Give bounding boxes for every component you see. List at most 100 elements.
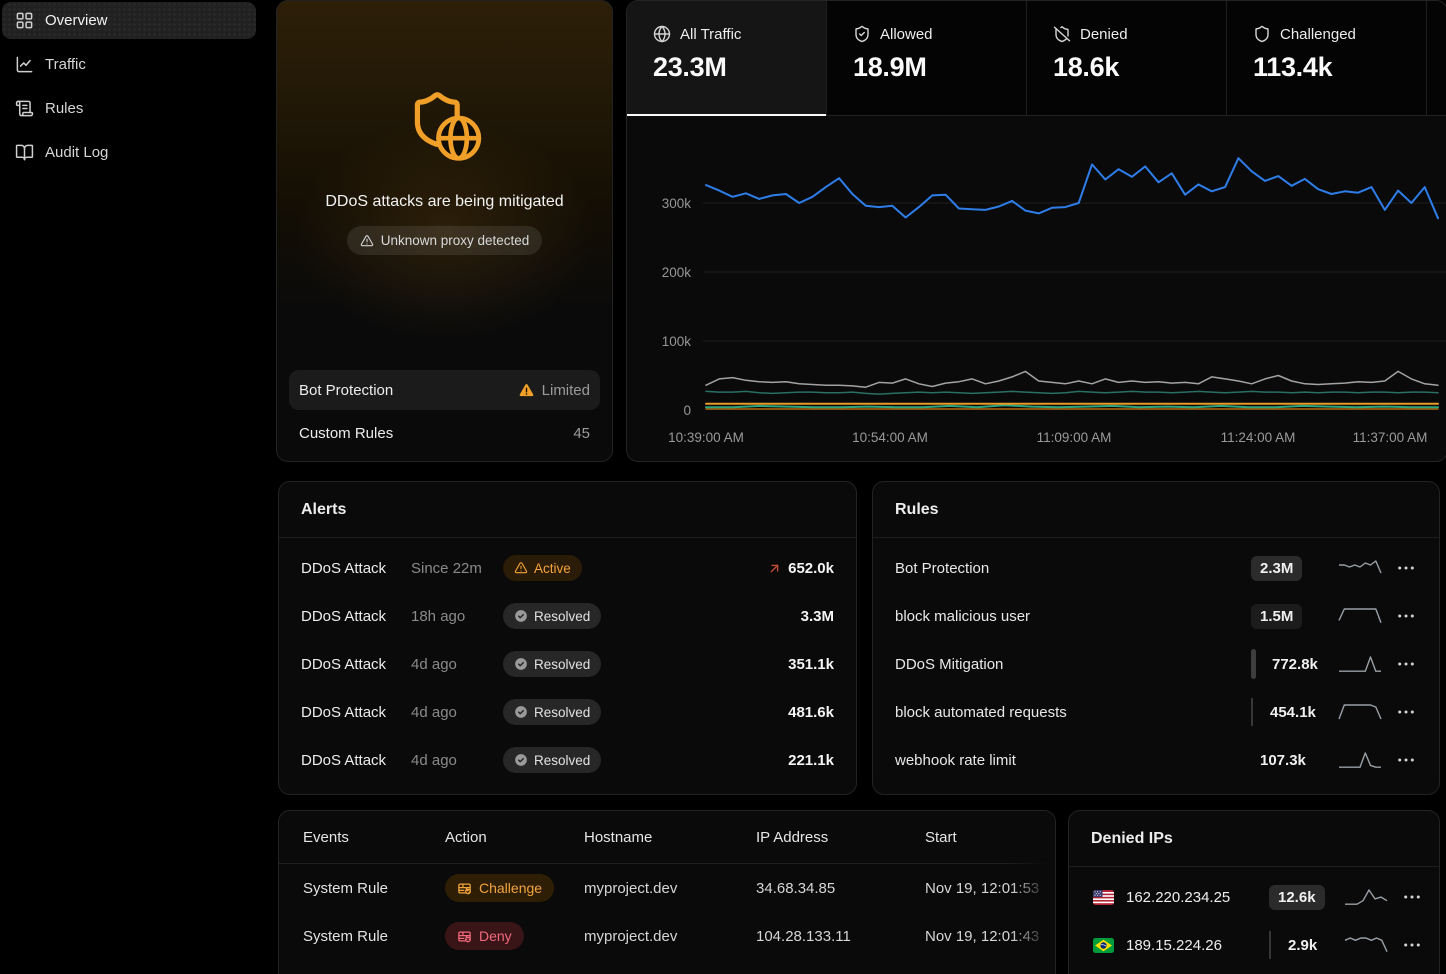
alerts-panel: Alerts DDoS Attack Since 22mActive 652.0… [278, 481, 857, 795]
rule-name: DDoS Mitigation [895, 656, 1251, 673]
rule-row[interactable]: block malicious user 1.5M [873, 592, 1439, 640]
rule-name: webhook rate limit [895, 752, 1251, 769]
alert-time: 4d ago [411, 752, 503, 769]
tab-label: Denied [1080, 26, 1128, 43]
sparkline [1337, 700, 1383, 724]
alert-time: Since 22m [411, 560, 503, 577]
tab-all-traffic[interactable]: All Traffic 23.3M [627, 1, 827, 115]
alert-row[interactable]: DDoS Attack 4d agoResolved 351.1k [279, 640, 856, 688]
firewall-x-icon [457, 929, 472, 944]
sidebar-item-label: Traffic [45, 56, 86, 73]
events-column-header: Start [901, 829, 1055, 846]
svg-text:200k: 200k [662, 265, 692, 280]
denied-ip-row[interactable]: 189.15.224.26 2.9k [1069, 921, 1439, 969]
event-ip: 104.28.133.11 [732, 928, 901, 945]
alert-row[interactable]: DDoS Attack 18h agoResolved 3.3M [279, 592, 856, 640]
tab-label: All Traffic [680, 26, 741, 43]
row-menu-button[interactable] [1395, 661, 1417, 667]
globe-icon [653, 25, 671, 43]
rule-row[interactable]: Bot Protection 2.3M [873, 544, 1439, 592]
sparkline [1337, 748, 1383, 772]
tab-allowed[interactable]: Allowed 18.9M [827, 1, 1027, 115]
row-menu-button[interactable] [1395, 565, 1417, 571]
rules-panel: Rules Bot Protection 2.3M block maliciou… [872, 481, 1440, 795]
alert-request-count: 351.1k [788, 656, 834, 673]
events-panel: EventsActionHostnameIP AddressStart Syst… [278, 810, 1056, 974]
row-menu-button[interactable] [1401, 942, 1423, 948]
tab-value: 18.6k [1053, 52, 1226, 83]
tab-label: Challenged [1280, 26, 1356, 43]
svg-text:11:24:00 AM: 11:24:00 AM [1221, 430, 1296, 445]
rule-name: block automated requests [895, 704, 1251, 721]
shield-off-icon [1053, 25, 1071, 43]
traffic-stat-tabs: All Traffic 23.3MAllowed 18.9MDenied 18.… [627, 1, 1446, 116]
rule-row[interactable]: block automated requests 454.1k [873, 688, 1439, 736]
status-badge-resolved: Resolved [503, 699, 601, 725]
bot-protection-label: Bot Protection [299, 382, 393, 399]
alert-time: 4d ago [411, 656, 503, 673]
proxy-warning-badge: Unknown proxy detected [347, 226, 543, 255]
tab-challenged[interactable]: Challenged 113.4k [1227, 1, 1427, 115]
tabs-overflow-area [1427, 1, 1446, 115]
row-menu-button[interactable] [1395, 709, 1417, 715]
dots-icon [1397, 565, 1415, 571]
event-hostname: myproject.dev [560, 880, 732, 897]
dots-icon [1403, 894, 1421, 900]
svg-text:100k: 100k [662, 334, 692, 349]
custom-rules-row[interactable]: Custom Rules 45 [289, 413, 600, 453]
sidebar-item-label: Audit Log [45, 144, 108, 161]
rule-row[interactable]: DDoS Mitigation 772.8k [873, 640, 1439, 688]
mitigation-title: DDoS attacks are being mitigated [277, 193, 612, 211]
book-icon [15, 143, 34, 162]
dots-icon [1397, 757, 1415, 763]
row-menu-button[interactable] [1395, 757, 1417, 763]
custom-rules-label: Custom Rules [299, 425, 393, 442]
rule-hit-count: 1.5M [1251, 604, 1302, 629]
scroll-marker [1269, 931, 1271, 959]
status-badge-resolved: Resolved [503, 651, 601, 677]
dots-icon [1397, 613, 1415, 619]
sidebar-item-traffic[interactable]: Traffic [2, 46, 256, 83]
alerts-title: Alerts [279, 482, 856, 538]
alert-request-count: 3.3M [801, 608, 834, 625]
row-menu-button[interactable] [1401, 894, 1423, 900]
br-flag-icon [1093, 938, 1114, 953]
event-type: System Rule [279, 928, 421, 945]
sparkline [1337, 652, 1383, 676]
event-row[interactable]: System Rule Challenge myproject.dev 34.6… [279, 864, 1055, 912]
rule-row[interactable]: webhook rate limit 107.3k [873, 736, 1439, 784]
check-circle-icon [514, 705, 528, 719]
alert-name: DDoS Attack [301, 560, 397, 577]
denied-ip-row[interactable]: 162.220.234.25 12.6k [1069, 873, 1439, 921]
alert-row[interactable]: DDoS Attack Since 22mActive 652.0k [279, 544, 856, 592]
status-badge-active: Active [503, 555, 582, 581]
svg-text:11:37:00 AM: 11:37:00 AM [1353, 430, 1428, 445]
alert-request-count: 481.6k [788, 704, 834, 721]
bot-protection-status: Limited [542, 382, 590, 399]
alert-row[interactable]: DDoS Attack 4d agoResolved 221.1k [279, 736, 856, 784]
rules-title: Rules [873, 482, 1439, 538]
row-menu-button[interactable] [1395, 613, 1417, 619]
event-row[interactable]: System Rule Deny myproject.dev 104.28.13… [279, 912, 1055, 960]
action-badge-deny: Deny [445, 922, 524, 950]
us-flag-icon [1093, 890, 1114, 905]
tab-value: 18.9M [853, 52, 1026, 83]
alert-time: 4d ago [411, 704, 503, 721]
rule-name: block malicious user [895, 608, 1251, 625]
proxy-warning-text: Unknown proxy detected [381, 233, 530, 248]
rule-hit-count: 454.1k [1261, 700, 1325, 725]
bot-protection-row[interactable]: Bot Protection Limited [289, 370, 600, 410]
sidebar-item-rules[interactable]: Rules [2, 90, 256, 127]
svg-text:11:09:00 AM: 11:09:00 AM [1037, 430, 1112, 445]
check-circle-icon [514, 657, 528, 671]
alert-name: DDoS Attack [301, 656, 397, 673]
tab-denied[interactable]: Denied 18.6k [1027, 1, 1227, 115]
events-column-header: Events [279, 829, 421, 846]
rule-hit-count: 12.6k [1269, 885, 1325, 910]
denied-ip-address: 189.15.224.26 [1126, 937, 1269, 954]
sidebar-item-audit-log[interactable]: Audit Log [2, 134, 256, 171]
alert-row[interactable]: DDoS Attack 4d agoResolved 481.6k [279, 688, 856, 736]
events-column-header: Action [421, 829, 560, 846]
sidebar-item-overview[interactable]: Overview [2, 2, 256, 39]
shield-check-icon [853, 25, 871, 43]
